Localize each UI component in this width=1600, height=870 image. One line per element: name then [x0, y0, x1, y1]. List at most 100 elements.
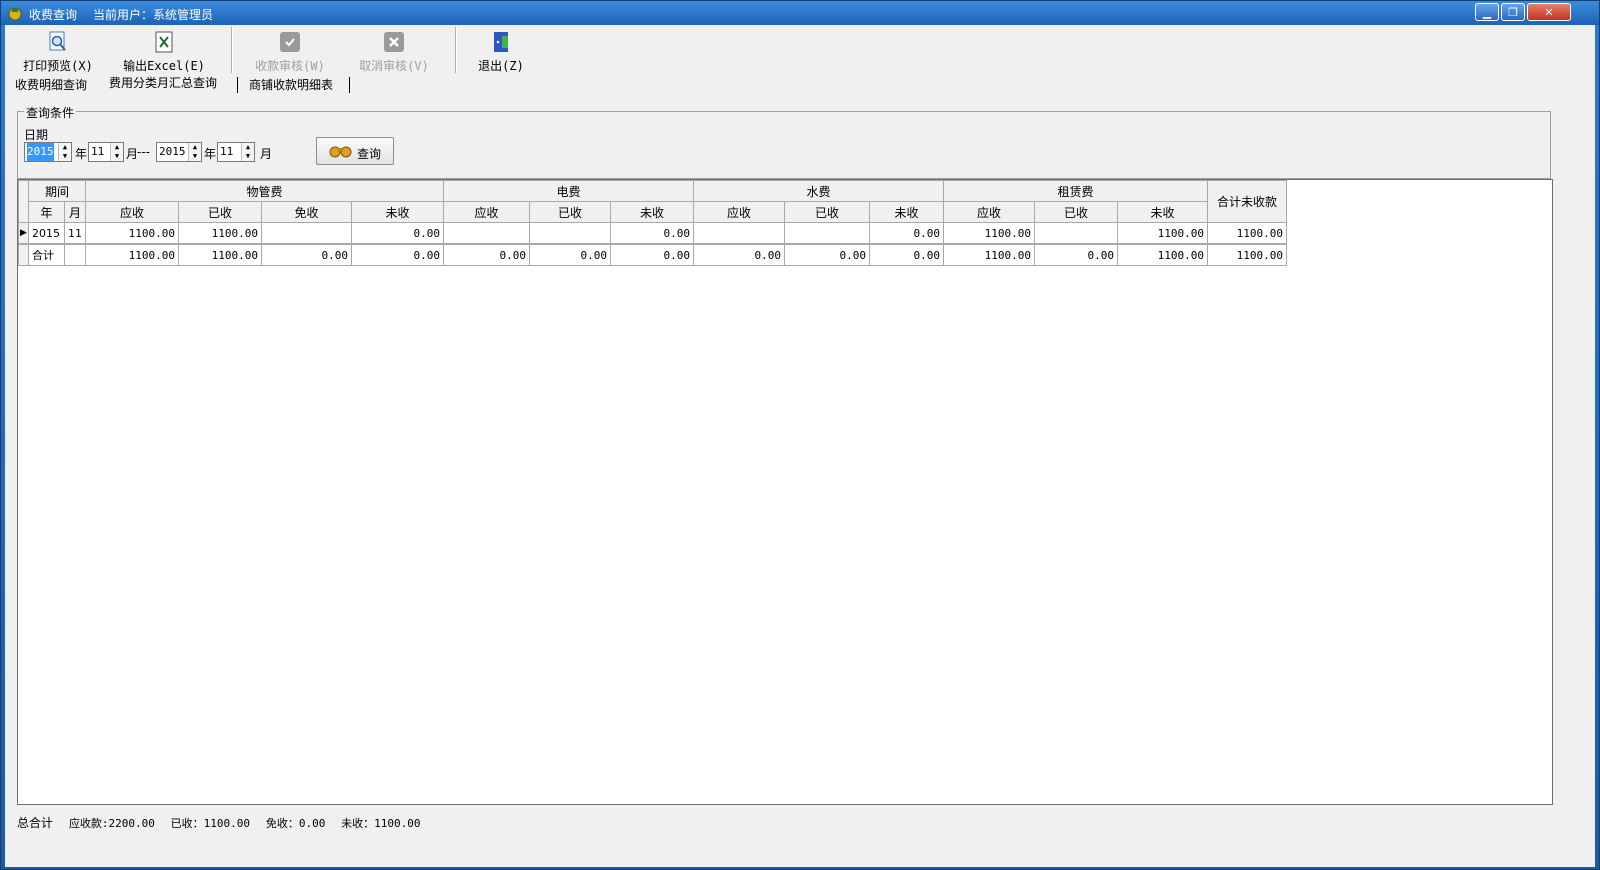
- total-row: 合计 1100.00 1100.00 0.00 0.00 0.00 0.00 0…: [18, 243, 1287, 266]
- tab-strip: 收费明细查询 费用分类月汇总查询 商铺收款明细表: [5, 75, 1595, 95]
- header-property-exempt: 免收: [261, 201, 352, 223]
- close-button[interactable]: ✕: [1527, 3, 1571, 21]
- header-electricity-received: 已收: [529, 201, 611, 223]
- toolbar: 打印预览(X) 输出Excel(E) 收款审核(W) 取消审核(V) 退出(Z): [5, 25, 1595, 77]
- cell-month[interactable]: 11: [64, 222, 86, 245]
- status-exempt: 免收：0.00: [265, 817, 326, 830]
- from-month-value: 11: [91, 145, 105, 158]
- total-rent-receivable: 1100.00: [943, 243, 1035, 266]
- spin-arrows-icon[interactable]: ▲ ▼: [188, 143, 201, 161]
- query-button[interactable]: 查询: [316, 137, 394, 165]
- cell-rent-received[interactable]: [1034, 222, 1118, 245]
- export-excel-label: 输出Excel(E): [123, 59, 205, 73]
- total-water-receivable: 0.00: [693, 243, 785, 266]
- cell-property-receivable[interactable]: 1100.00: [85, 222, 179, 245]
- header-rent-received: 已收: [1034, 201, 1118, 223]
- spin-arrows-icon[interactable]: ▲ ▼: [110, 143, 123, 161]
- cell-electricity-received[interactable]: [529, 222, 611, 245]
- tab-separator: [349, 77, 350, 93]
- tab-charge-detail[interactable]: 收费明细查询: [11, 75, 91, 95]
- total-month-blank: [64, 243, 86, 266]
- cell-electricity-unpaid[interactable]: 0.00: [610, 222, 694, 245]
- month-unit: 月: [260, 147, 273, 161]
- to-month-stepper[interactable]: 11 ▲ ▼: [217, 142, 255, 162]
- current-row-indicator-icon: ▶: [18, 222, 29, 245]
- total-electricity-receivable: 0.00: [443, 243, 530, 266]
- toolbar-separator: [455, 27, 457, 73]
- cancel-icon: [384, 32, 404, 52]
- export-excel-button[interactable]: 输出Excel(E): [121, 27, 207, 75]
- header-rent-fee: 租赁费: [943, 180, 1208, 202]
- spin-arrows-icon[interactable]: ▲ ▼: [241, 143, 254, 161]
- print-preview-icon: [49, 31, 66, 51]
- cell-water-received[interactable]: [784, 222, 870, 245]
- query-conditions-group: 查询条件 日期 2015 ▲ ▼ 年 11 ▲ ▼ 月 --- 2015 ▲ ▼ 年 …: [17, 104, 1551, 179]
- total-electricity-received: 0.00: [529, 243, 611, 266]
- restore-button[interactable]: ❐: [1501, 3, 1525, 21]
- minimize-button[interactable]: ▁: [1475, 3, 1499, 21]
- header-rent-receivable: 应收: [943, 201, 1035, 223]
- from-year-value: 2015: [27, 143, 54, 161]
- cancel-audit-button[interactable]: 取消审核(V): [355, 27, 433, 75]
- table-row[interactable]: ▶ 2015 11 1100.00 1100.00 0.00 0.00 0.00: [18, 222, 1287, 245]
- cell-property-received[interactable]: 1100.00: [178, 222, 262, 245]
- header-total-unpaid: 合计未收款: [1207, 180, 1287, 223]
- summary-status-bar: 总合计 应收款:2200.00 已收：1100.00 免收：0.00 未收：11…: [17, 811, 1553, 835]
- date-label: 日期: [24, 128, 49, 142]
- tab-shop-receipts[interactable]: 商铺收款明细表: [245, 75, 337, 95]
- audit-label: 收款审核(W): [255, 59, 325, 73]
- header-electricity-fee: 电费: [443, 180, 694, 202]
- header-period: 期间: [28, 180, 86, 202]
- header-water-received: 已收: [784, 201, 870, 223]
- print-preview-button[interactable]: 打印预览(X): [21, 27, 95, 75]
- toolbar-separator: [231, 27, 233, 73]
- status-received: 已收：1100.00: [170, 817, 251, 830]
- row-indicator-header: [18, 180, 29, 223]
- cell-property-exempt[interactable]: [261, 222, 352, 245]
- exit-label: 退出(Z): [478, 59, 524, 73]
- checkmark-icon: [280, 32, 300, 52]
- query-conditions-title: 查询条件: [24, 104, 77, 121]
- header-electricity-unpaid: 未收: [610, 201, 694, 223]
- cell-electricity-receivable[interactable]: [443, 222, 530, 245]
- tab-monthly-summary[interactable]: 费用分类月汇总查询: [105, 73, 221, 93]
- cell-water-receivable[interactable]: [693, 222, 785, 245]
- cancel-audit-label: 取消审核(V): [359, 59, 429, 73]
- cell-rent-unpaid[interactable]: 1100.00: [1117, 222, 1208, 245]
- app-window: 收费查询 当前用户：系统管理员 ▁ ❐ ✕ 打印预览(X) 输出Excel(E): [0, 0, 1600, 870]
- cell-rent-receivable[interactable]: 1100.00: [943, 222, 1035, 245]
- header-water-receivable: 应收: [693, 201, 785, 223]
- tab-separator: [237, 77, 238, 93]
- range-separator: ---: [137, 145, 150, 159]
- to-year-value: 2015: [159, 145, 186, 158]
- header-rent-unpaid: 未收: [1117, 201, 1208, 223]
- spin-arrows-icon[interactable]: ▲ ▼: [58, 143, 71, 161]
- title-bar[interactable]: 收费查询 当前用户：系统管理员 ▁ ❐ ✕: [1, 1, 1599, 25]
- exit-button[interactable]: 退出(Z): [473, 27, 529, 75]
- app-icon: [8, 7, 22, 21]
- from-month-stepper[interactable]: 11 ▲ ▼: [88, 142, 124, 162]
- year-unit: 年: [75, 147, 88, 161]
- header-property-received: 已收: [178, 201, 262, 223]
- audit-button[interactable]: 收款审核(W): [251, 27, 329, 75]
- summary-grid[interactable]: 期间 物管费 电费 水费 租赁费 合计未收款 年 月 应收 已收 免收 未收 应…: [17, 179, 1553, 805]
- total-property-unpaid: 0.00: [351, 243, 444, 266]
- total-water-unpaid: 0.00: [869, 243, 944, 266]
- query-button-label: 查询: [357, 147, 382, 161]
- cell-total-unpaid[interactable]: 1100.00: [1207, 222, 1287, 245]
- cell-water-unpaid[interactable]: 0.00: [869, 222, 944, 245]
- total-total-unpaid: 1100.00: [1207, 243, 1287, 266]
- to-year-stepper[interactable]: 2015 ▲ ▼: [156, 142, 202, 162]
- total-property-receivable: 1100.00: [85, 243, 179, 266]
- header-water-unpaid: 未收: [869, 201, 944, 223]
- excel-icon: [155, 31, 173, 53]
- summary-table: 期间 物管费 电费 水费 租赁费 合计未收款 年 月 应收 已收 免收 未收 应…: [18, 180, 1287, 266]
- total-rent-unpaid: 1100.00: [1117, 243, 1208, 266]
- from-year-stepper[interactable]: 2015 ▲ ▼: [24, 142, 72, 162]
- total-electricity-unpaid: 0.00: [610, 243, 694, 266]
- status-unpaid: 未收：1100.00: [341, 817, 421, 830]
- header-water-fee: 水费: [693, 180, 944, 202]
- cell-property-unpaid[interactable]: 0.00: [351, 222, 444, 245]
- cell-year[interactable]: 2015: [28, 222, 65, 245]
- status-receivable: 应收款:2200.00: [68, 817, 155, 830]
